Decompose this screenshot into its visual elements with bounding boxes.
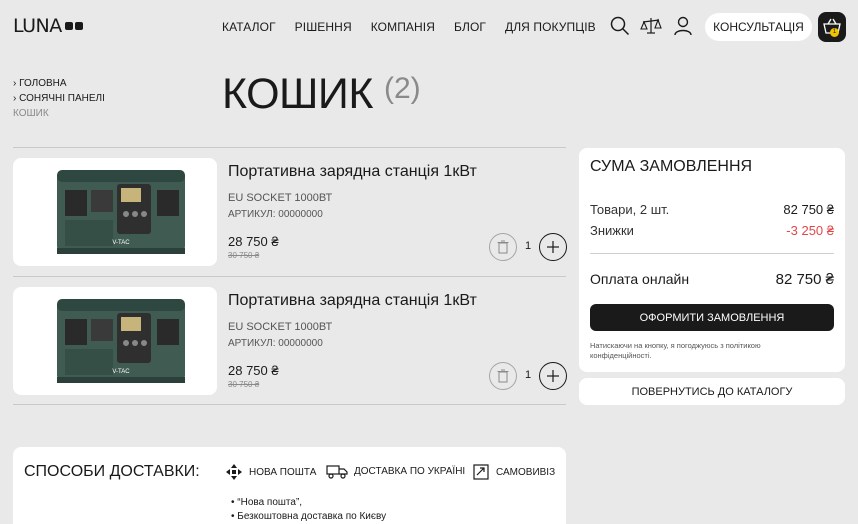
divider bbox=[13, 404, 566, 405]
cart-items-count: (2) bbox=[384, 72, 421, 105]
pay-online-value: 82 750 ₴ bbox=[775, 271, 834, 288]
nav-catalog[interactable]: КАТАЛОГ bbox=[222, 20, 276, 34]
remove-item-button[interactable] bbox=[489, 362, 517, 390]
pay-online-label: Оплата онлайн bbox=[590, 271, 690, 287]
nav-company[interactable]: КОМПАНІЯ bbox=[371, 20, 435, 34]
divider bbox=[13, 276, 566, 277]
breadcrumb-home[interactable]: › ГОЛОВНА bbox=[13, 76, 105, 91]
goods-label: Товари, 2 шт. bbox=[590, 202, 670, 217]
order-summary-panel: СУМА ЗАМОВЛЕННЯ Товари, 2 шт. 82 750 ₴ З… bbox=[579, 148, 845, 372]
discount-label: Знижки bbox=[590, 223, 634, 238]
privacy-note: Натискаючи на кнопку, я погоджуюсь з пол… bbox=[590, 341, 761, 360]
increase-quantity-button[interactable] bbox=[539, 362, 567, 390]
user-icon[interactable] bbox=[672, 15, 694, 37]
product-variant: EU SOCKET 1000ВТ bbox=[228, 321, 333, 333]
delivery-methods-panel: СПОСОБИ ДОСТАВКИ: НОВА ПОШТА ДОСТАВКА ПО… bbox=[13, 447, 566, 524]
product-name[interactable]: Портативна зарядна станція 1кВт bbox=[228, 292, 477, 310]
quantity-value: 1 bbox=[524, 240, 532, 252]
quantity-value: 1 bbox=[524, 369, 532, 381]
discount-value: -3 250 ₴ bbox=[786, 223, 834, 238]
plus-icon bbox=[547, 241, 559, 253]
delivery-option-nova-poshta[interactable]: НОВА ПОШТА bbox=[225, 463, 316, 481]
summary-total-row: Оплата онлайн 82 750 ₴ bbox=[590, 271, 834, 288]
product-image[interactable]: V-TAC bbox=[13, 158, 217, 266]
nav-blog[interactable]: БЛОГ bbox=[454, 20, 486, 34]
logo[interactable]: LUNA bbox=[13, 15, 84, 37]
breadcrumb-current: КОШИК bbox=[13, 108, 49, 119]
product-old-price: 30 750 ₴ bbox=[228, 380, 260, 389]
delivery-option-label: ДОСТАВКА ПО УКРАЇНІ bbox=[354, 465, 466, 477]
nova-poshta-icon bbox=[226, 464, 242, 480]
compare-scales-icon[interactable] bbox=[640, 15, 662, 37]
cart-button[interactable] bbox=[818, 12, 846, 42]
plus-icon bbox=[547, 370, 559, 382]
power-station-image: V-TAC bbox=[57, 299, 185, 383]
increase-quantity-button[interactable] bbox=[539, 233, 567, 261]
delivery-option-label: САМОВИВІЗ bbox=[496, 466, 556, 478]
product-price: 28 750 ₴ bbox=[228, 363, 279, 378]
list-item: Безкоштовна доставка по Києву bbox=[231, 510, 386, 524]
logo-text: LUNA bbox=[13, 15, 62, 37]
brand-label: V-TAC bbox=[112, 369, 130, 375]
delivery-option-label: НОВА ПОШТА bbox=[249, 466, 317, 478]
product-sku: АРТИКУЛ: 00000000 bbox=[228, 209, 323, 220]
breadcrumb-solar-panels[interactable]: › СОНЯЧНІ ПАНЕЛІ bbox=[13, 91, 105, 106]
cart-count-badge: 1 bbox=[830, 28, 839, 37]
trash-icon bbox=[497, 369, 509, 383]
delivery-title: СПОСОБИ ДОСТАВКИ: bbox=[24, 463, 200, 480]
summary-discount-row: Знижки -3 250 ₴ bbox=[590, 223, 834, 238]
trash-icon bbox=[497, 240, 509, 254]
brand-label: V-TAC bbox=[112, 240, 130, 246]
cart-basket-icon bbox=[823, 18, 841, 34]
summary-goods-row: Товари, 2 шт. 82 750 ₴ bbox=[590, 202, 834, 217]
delivery-details-list: “Нова пошта”, Безкоштовна доставка по Ки… bbox=[231, 496, 386, 524]
goods-value: 82 750 ₴ bbox=[783, 202, 834, 217]
product-name[interactable]: Портативна зарядна станція 1кВт bbox=[228, 163, 477, 181]
nav-solutions[interactable]: РІШЕННЯ bbox=[295, 20, 352, 34]
product-image[interactable]: V-TAC bbox=[13, 287, 217, 395]
divider bbox=[13, 147, 566, 148]
summary-title: СУМА ЗАМОВЛЕННЯ bbox=[590, 158, 753, 175]
delivery-option-ukraine[interactable]: ДОСТАВКА ПО УКРАЇНІ bbox=[326, 463, 465, 479]
product-old-price: 30 750 ₴ bbox=[228, 251, 260, 260]
summary-divider bbox=[590, 253, 834, 254]
remove-item-button[interactable] bbox=[489, 233, 517, 261]
power-station-image: V-TAC bbox=[57, 170, 185, 254]
consultation-button[interactable]: КОНСУЛЬТАЦІЯ bbox=[705, 13, 812, 41]
delivery-truck-icon bbox=[326, 465, 348, 479]
pickup-box-icon bbox=[473, 464, 489, 480]
product-variant: EU SOCKET 1000ВТ bbox=[228, 192, 333, 204]
product-price: 28 750 ₴ bbox=[228, 234, 279, 249]
back-to-catalog-button[interactable]: ПОВЕРНУТИСЬ ДО КАТАЛОГУ bbox=[579, 378, 845, 405]
list-item: “Нова пошта”, bbox=[231, 496, 386, 510]
breadcrumb: › ГОЛОВНА › СОНЯЧНІ ПАНЕЛІ КОШИК bbox=[13, 76, 105, 121]
search-icon[interactable] bbox=[609, 15, 631, 37]
nav-for-buyers[interactable]: ДЛЯ ПОКУПЦІВ bbox=[505, 20, 596, 34]
page-title: КОШИК bbox=[222, 70, 373, 118]
logo-mark-icon bbox=[64, 21, 84, 31]
product-sku: АРТИКУЛ: 00000000 bbox=[228, 338, 323, 349]
delivery-option-pickup[interactable]: САМОВИВІЗ bbox=[472, 463, 555, 481]
main-nav: КАТАЛОГ РІШЕННЯ КОМПАНІЯ БЛОГ ДЛЯ ПОКУПЦ… bbox=[222, 20, 615, 34]
place-order-button[interactable]: ОФОРМИТИ ЗАМОВЛЕННЯ bbox=[590, 304, 834, 331]
